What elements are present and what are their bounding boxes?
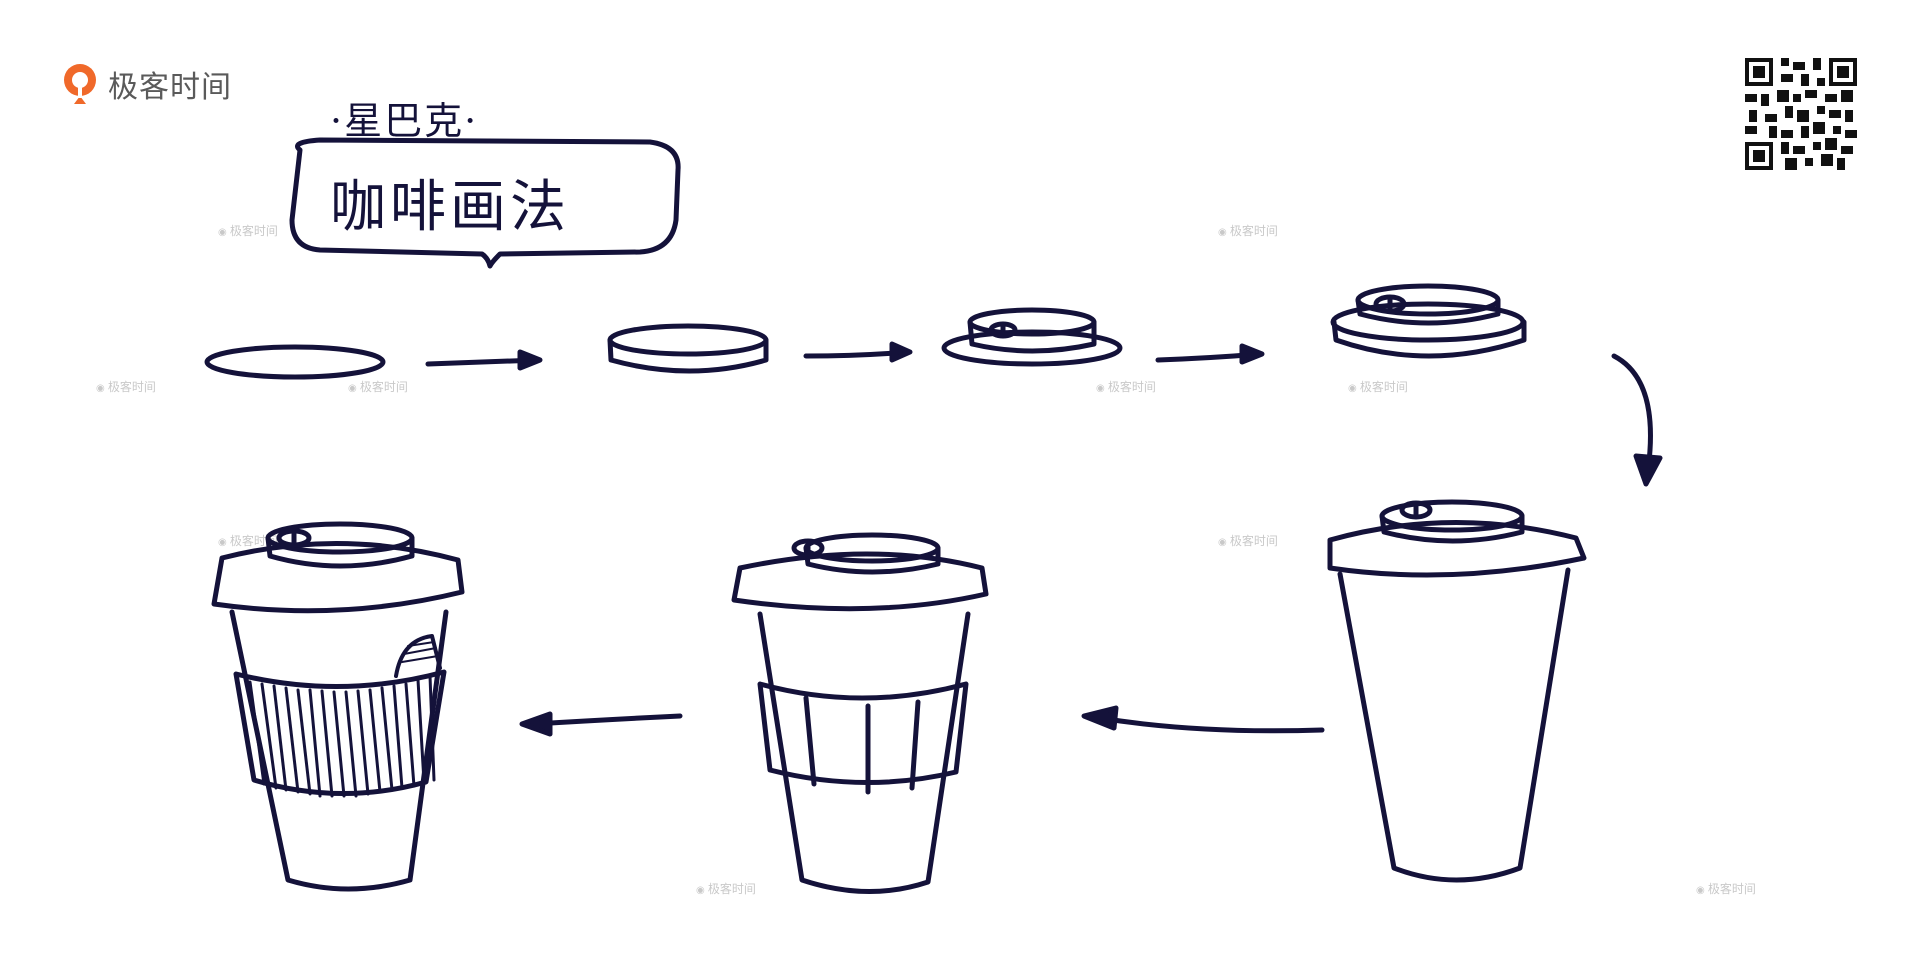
coffee-drawing-steps	[204, 137, 1663, 894]
step-7-cup-ribbed-sleeve	[211, 521, 465, 892]
arrow-head	[519, 711, 553, 737]
step-5-cup	[1327, 499, 1587, 883]
step-2-disc	[607, 323, 769, 374]
arrow-left-icon	[1097, 715, 1325, 734]
step-1-ellipse	[204, 344, 386, 380]
arrow-head	[1081, 705, 1119, 731]
arrow-head	[889, 341, 913, 363]
arrow-head	[1239, 343, 1265, 365]
arrow-down-icon	[1611, 353, 1653, 473]
arrow-left-icon	[531, 713, 683, 727]
arrow-head	[517, 349, 543, 371]
step-4-lid	[1330, 283, 1527, 359]
speech-bubble	[289, 137, 681, 269]
step-6-cup-sleeve	[731, 532, 989, 894]
step-3-lid	[941, 307, 1123, 367]
arrow-head	[1633, 453, 1663, 487]
